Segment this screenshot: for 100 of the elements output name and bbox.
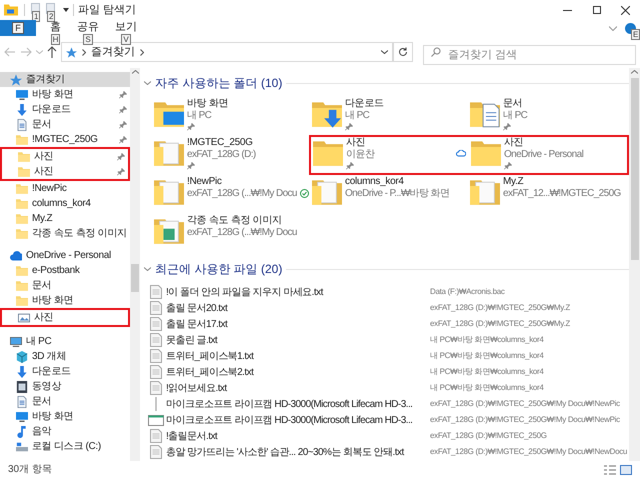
folder-tile[interactable]: !MGTEC_250G exFAT_128G (D:) <box>152 136 309 172</box>
nav-item[interactable]: e-Postbank <box>0 263 130 278</box>
folder-icon <box>16 294 28 306</box>
folder-tile[interactable]: 사진 OneDrive - Personal <box>469 136 627 172</box>
nav-item[interactable]: My.Z <box>0 211 130 226</box>
nav-item-label: 사진 <box>34 165 54 179</box>
nav-item-label: 바탕 화면 <box>32 410 74 424</box>
recent-file-row[interactable]: 트위터_페이스북1.txt 내 PC₩바탕 화면₩columns_kor4 <box>148 348 629 364</box>
nav-item[interactable]: 문서 <box>0 278 130 293</box>
folder-location: exFAT_128G (D:) <box>187 148 256 160</box>
address-field[interactable]: 즐겨찾기 <box>61 42 393 62</box>
folder-name: 사진 <box>346 136 366 148</box>
nav-item-label: 내 PC <box>26 335 52 349</box>
nav-item[interactable]: 문서 <box>0 117 130 132</box>
folder-tile[interactable]: 다운로드 내 PC <box>310 98 468 134</box>
nav-item[interactable]: 로컬 디스크 (C:) <box>0 439 130 454</box>
desktop-folder-icon <box>154 100 184 128</box>
file-path: exFAT_128G (D:)₩!MGTEC_250G₩!My Docu₩!NewPic <box>430 414 620 426</box>
file-name: 총알 망가뜨리는 '사소한' 습관... 20~30%는 회복도 안돼.txt <box>166 446 404 460</box>
nav-item[interactable]: 문서 <box>0 394 130 409</box>
nav-item-label: 사진 <box>34 311 54 325</box>
scrollbar[interactable] <box>629 68 640 461</box>
star-icon <box>66 46 77 58</box>
file-path: 내 PC₩바탕 화면₩columns_kor4 <box>430 334 544 346</box>
nav-item[interactable]: !MGTEC_250G <box>0 132 130 147</box>
folder-icon <box>16 198 28 210</box>
dropdown-caret-icon[interactable] <box>63 8 69 12</box>
nav-item[interactable]: columns_kor4 <box>0 196 130 211</box>
folder-icon <box>16 280 28 292</box>
refresh-button[interactable] <box>393 42 413 62</box>
folder-tile[interactable]: 문서 내 PC <box>468 98 626 134</box>
folder-tile[interactable]: My.Z exFAT_12...₩!MGTEC_250G <box>468 176 626 212</box>
nav-item[interactable]: !NewPic <box>0 181 130 196</box>
chevron-right-icon[interactable] <box>82 48 86 56</box>
search-field[interactable]: 즐겨찾기 검색 <box>423 45 636 65</box>
folder-location: 내 PC <box>187 110 212 122</box>
text-file-icon <box>150 445 162 459</box>
recent-file-row[interactable]: 마이크로소프트 라이프캠 HD-3000(Microsoft Lifecam HD-3... exFAT_128G (D:)₩!MGTEC_250G₩!My Docu₩!NewPic <box>148 412 629 428</box>
refresh-icon <box>398 47 408 57</box>
recent-file-row[interactable]: !출릴문서.txt exFAT_128G (D:)₩!MGTEC_250G <box>148 428 629 444</box>
scrollbar-thumb[interactable] <box>131 264 139 292</box>
nav-item-label: e-Postbank <box>32 264 80 278</box>
chevron-right-icon[interactable] <box>140 48 144 56</box>
ribbon-tab[interactable]: 공유 <box>75 20 101 34</box>
recent-file-row[interactable]: 출릴 문서20.txt exFAT_128G (D:)₩!MGTEC_250G₩My.Z <box>148 300 629 316</box>
recent-file-row[interactable]: 트위터_페이스북2.txt 내 PC₩바탕 화면₩columns_kor4 <box>148 364 629 380</box>
file-name: !출릴문서.txt <box>166 430 218 444</box>
download-arrow-icon <box>16 104 28 116</box>
nav-item[interactable]: 다운로드 <box>0 102 130 117</box>
nav-item-label: 다운로드 <box>32 365 71 379</box>
nav-item[interactable]: 음악 <box>0 424 130 439</box>
file-name: 출릴 문서17.txt <box>166 318 228 332</box>
folder-icon <box>18 166 30 178</box>
nav-item[interactable]: 내 PC <box>0 334 130 349</box>
nav-item[interactable]: 동영상 <box>0 379 130 394</box>
recent-file-row[interactable]: 못출린 글.txt 내 PC₩바탕 화면₩columns_kor4 <box>148 332 629 348</box>
recent-file-row[interactable]: !읽어보세요.txt 내 PC₩바탕 화면₩columns_kor4 <box>148 380 629 396</box>
scrollbar-thumb[interactable] <box>630 78 638 260</box>
download-folder-icon <box>312 100 342 128</box>
folder-tile[interactable]: 사진 이윤찬 <box>311 136 469 172</box>
nav-item-label: 바탕 화면 <box>32 294 74 308</box>
folder-name: 사진 <box>504 136 524 148</box>
document-folder-icon <box>470 100 500 128</box>
item-count: 30개 항목 <box>8 463 52 477</box>
folder-tile[interactable]: 각종 속도 측정 이미지 exFAT_128G (...₩!My Docu <box>152 214 310 250</box>
file-path: Data (F:)₩Acronis.bac <box>430 286 505 298</box>
ribbon-tab[interactable]: 홈 <box>48 20 63 34</box>
nav-item[interactable]: 사진 <box>2 149 128 164</box>
nav-item[interactable]: 바탕 화면 <box>0 293 130 308</box>
nav-item[interactable]: 사진 <box>2 164 128 179</box>
nav-item-label: 동영상 <box>32 380 62 394</box>
folder-with-pages-icon <box>154 178 184 206</box>
text-file-icon <box>150 381 162 395</box>
scrollbar[interactable] <box>130 68 140 461</box>
folder-tile[interactable]: columns_kor4 OneDrive - P...₩바탕 화면 <box>310 176 468 212</box>
recent-file-row[interactable]: 출릴 문서17.txt exFAT_128G (D:)₩!MGTEC_250G₩My.Z <box>148 316 629 332</box>
nav-item[interactable]: 3D 개체 <box>0 349 130 364</box>
breadcrumb-item[interactable]: 즐겨찾기 <box>91 44 135 60</box>
recent-file-row[interactable]: 총알 망가뜨리는 '사소한' 습관... 20~30%는 회복도 안돼.txt exFAT_128G (D:)₩!MGTEC_250G₩!My Docu₩!NewDocu <box>148 444 629 460</box>
details-view-icon[interactable] <box>604 464 616 474</box>
nav-item-label: columns_kor4 <box>32 197 91 211</box>
nav-item[interactable]: 각종 속도 측정 이미지 <box>0 226 130 241</box>
nav-item[interactable]: 즐겨찾기 <box>0 72 130 87</box>
nav-item[interactable]: 사진 <box>2 310 128 325</box>
chevron-down-icon[interactable] <box>381 50 388 54</box>
large-icons-view-icon[interactable] <box>620 464 632 474</box>
file-path: 내 PC₩바탕 화면₩columns_kor4 <box>430 366 544 378</box>
recent-file-row[interactable]: 마이크로소프트 라이프캠 HD-3000(Microsoft Lifecam HD-3... exFAT_128G (D:)₩!MGTEC_250G₩!My Docu₩!NewPic <box>148 396 629 412</box>
file-path: exFAT_128G (D:)₩!MGTEC_250G₩My.Z <box>430 318 570 330</box>
folder-tile[interactable]: 바탕 화면 내 PC <box>152 98 310 134</box>
folder-tile[interactable]: !NewPic exFAT_128G (...₩!My Docu <box>152 176 310 212</box>
file-tab[interactable]: F <box>0 20 36 36</box>
nav-item[interactable]: 바탕 화면 <box>0 87 130 102</box>
nav-item[interactable]: 바탕 화면 <box>0 409 130 424</box>
nav-item[interactable]: 다운로드 <box>0 364 130 379</box>
ribbon-tab[interactable]: 보기 <box>113 20 139 34</box>
recent-file-row[interactable]: !이 폴더 안의 파일을 지우지 마세요.txt Data (F:)₩Acronis.bac <box>148 284 629 300</box>
up-arrow-icon[interactable] <box>47 46 57 58</box>
folder-icon <box>16 212 28 224</box>
nav-item[interactable]: OneDrive - Personal <box>0 248 130 263</box>
